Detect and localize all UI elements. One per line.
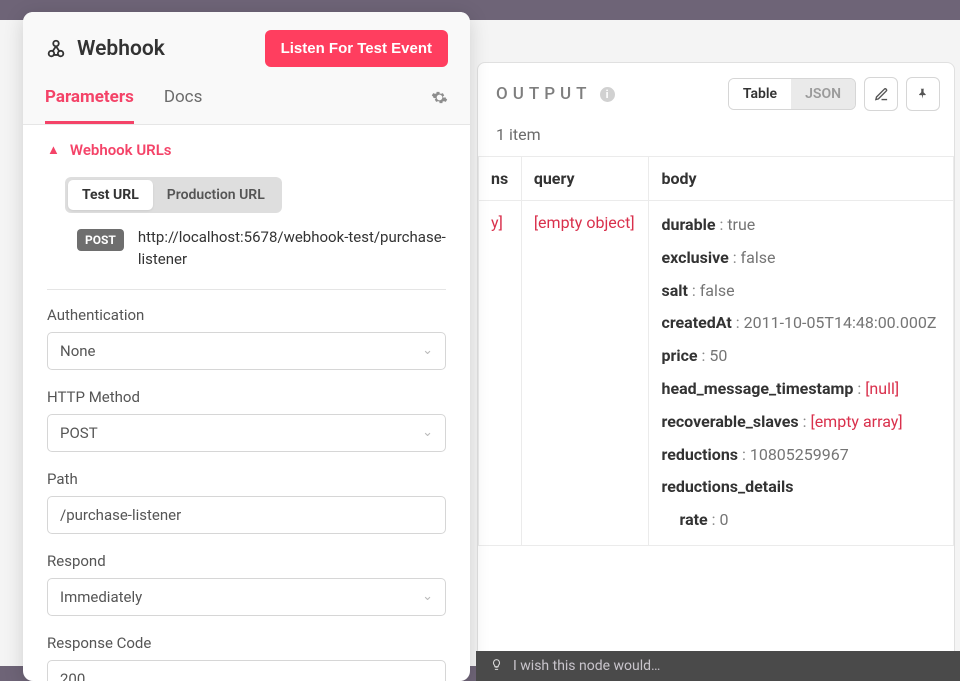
kv-durable: durable : true (661, 213, 941, 238)
respond-value: Immediately (60, 588, 142, 606)
edit-button[interactable] (864, 77, 898, 111)
field-http-method: HTTP Method POST ⌄ (47, 388, 446, 452)
cell-body: durable : true exclusive : false salt : … (649, 201, 954, 546)
panel-title: Webhook (77, 37, 165, 61)
http-method-label: HTTP Method (47, 388, 446, 406)
field-respond: Respond Immediately ⌄ (47, 552, 446, 616)
response-code-value: 200 (60, 670, 85, 681)
pencil-icon (874, 87, 889, 102)
kv-salt: salt : false (661, 279, 941, 304)
form-area: ▲ Webhook URLs Test URL Production URL P… (23, 125, 470, 681)
info-icon[interactable]: i (600, 87, 615, 102)
cell-ns-value: y] (491, 213, 503, 232)
node-settings-panel: Webhook Listen For Test Event Parameters… (23, 12, 470, 681)
path-value: /purchase-listener (60, 506, 181, 524)
method-badge: POST (77, 229, 124, 251)
chevron-down-icon: ⌄ (422, 425, 433, 440)
table-scroll[interactable]: ns query body y] [empty object] durable … (478, 156, 954, 661)
authentication-label: Authentication (47, 306, 446, 324)
kv-reductions-details: reductions_details (661, 475, 941, 500)
response-code-label: Response Code (47, 634, 446, 652)
field-path: Path /purchase-listener (47, 470, 446, 534)
output-card: OUTPUT i Table JSON 1 item ns query body (477, 62, 955, 662)
url-tabs: Test URL Production URL (65, 177, 282, 213)
authentication-value: None (60, 342, 96, 360)
response-code-input[interactable]: 200 (47, 660, 446, 681)
kv-price: price : 50 (661, 344, 941, 369)
kv-exclusive: exclusive : false (661, 246, 941, 271)
field-response-code: Response Code 200 (47, 634, 446, 681)
http-method-value: POST (60, 424, 98, 442)
column-ns: ns (479, 157, 522, 201)
output-table: ns query body y] [empty object] durable … (478, 156, 954, 546)
kv-reductions: reductions : 10805259967 (661, 443, 941, 468)
kv-recoverable-slaves: recoverable_slaves : [empty array] (661, 410, 941, 435)
url-tab-production[interactable]: Production URL (153, 180, 279, 210)
chevron-up-icon: ▲ (47, 142, 60, 158)
view-json-option[interactable]: JSON (791, 79, 855, 109)
pin-icon (916, 87, 930, 101)
lightbulb-icon (490, 658, 503, 675)
divider (47, 289, 446, 290)
column-body: body (649, 157, 954, 201)
gear-icon (431, 89, 448, 106)
panel-header: Webhook Listen For Test Event Parameters… (23, 12, 470, 125)
webhook-urls-section[interactable]: ▲ Webhook URLs (47, 141, 446, 159)
chevron-down-icon: ⌄ (422, 343, 433, 358)
output-title: OUTPUT i (496, 84, 615, 104)
cell-query: [empty object] (521, 201, 649, 546)
webhook-urls-label: Webhook URLs (70, 141, 172, 159)
body-kv-list: durable : true exclusive : false salt : … (661, 213, 941, 533)
settings-button[interactable] (431, 89, 448, 122)
kv-createdAt: createdAt : 2011-10-05T14:48:00.000Z (661, 311, 941, 336)
webhook-url-row: POST http://localhost:5678/webhook-test/… (77, 227, 446, 271)
webhook-url-text[interactable]: http://localhost:5678/webhook-test/purch… (138, 227, 446, 271)
cell-query-value: [empty object] (534, 213, 635, 232)
table-header-row: ns query body (479, 157, 954, 201)
kv-head-ts: head_message_timestamp : [null] (661, 377, 941, 402)
respond-select[interactable]: Immediately ⌄ (47, 578, 446, 616)
http-method-select[interactable]: POST ⌄ (47, 414, 446, 452)
respond-label: Respond (47, 552, 446, 570)
output-title-text: OUTPUT (496, 84, 592, 104)
path-input[interactable]: /purchase-listener (47, 496, 446, 534)
authentication-select[interactable]: None ⌄ (47, 332, 446, 370)
webhook-icon (45, 38, 67, 60)
kv-rate: rate : 0 (661, 508, 941, 533)
listen-test-event-button[interactable]: Listen For Test Event (265, 30, 448, 67)
field-authentication: Authentication None ⌄ (47, 306, 446, 370)
path-label: Path (47, 470, 446, 488)
url-tab-test[interactable]: Test URL (68, 180, 153, 210)
output-controls: Table JSON (728, 77, 940, 111)
view-toggle: Table JSON (728, 78, 856, 110)
chevron-down-icon: ⌄ (422, 589, 433, 604)
output-header: OUTPUT i Table JSON (478, 63, 954, 125)
panel-tabs: Parameters Docs (45, 87, 202, 124)
feedback-bar[interactable]: I wish this node would… (476, 651, 960, 681)
cell-ns: y] (479, 201, 522, 546)
tab-docs[interactable]: Docs (164, 87, 203, 124)
feedback-text: I wish this node would… (513, 658, 660, 674)
table-row: y] [empty object] durable : true exclusi… (479, 201, 954, 546)
tab-parameters[interactable]: Parameters (45, 87, 134, 124)
view-table-option[interactable]: Table (729, 79, 791, 109)
column-query: query (521, 157, 649, 201)
pin-button[interactable] (906, 77, 940, 111)
item-count: 1 item (478, 125, 954, 156)
